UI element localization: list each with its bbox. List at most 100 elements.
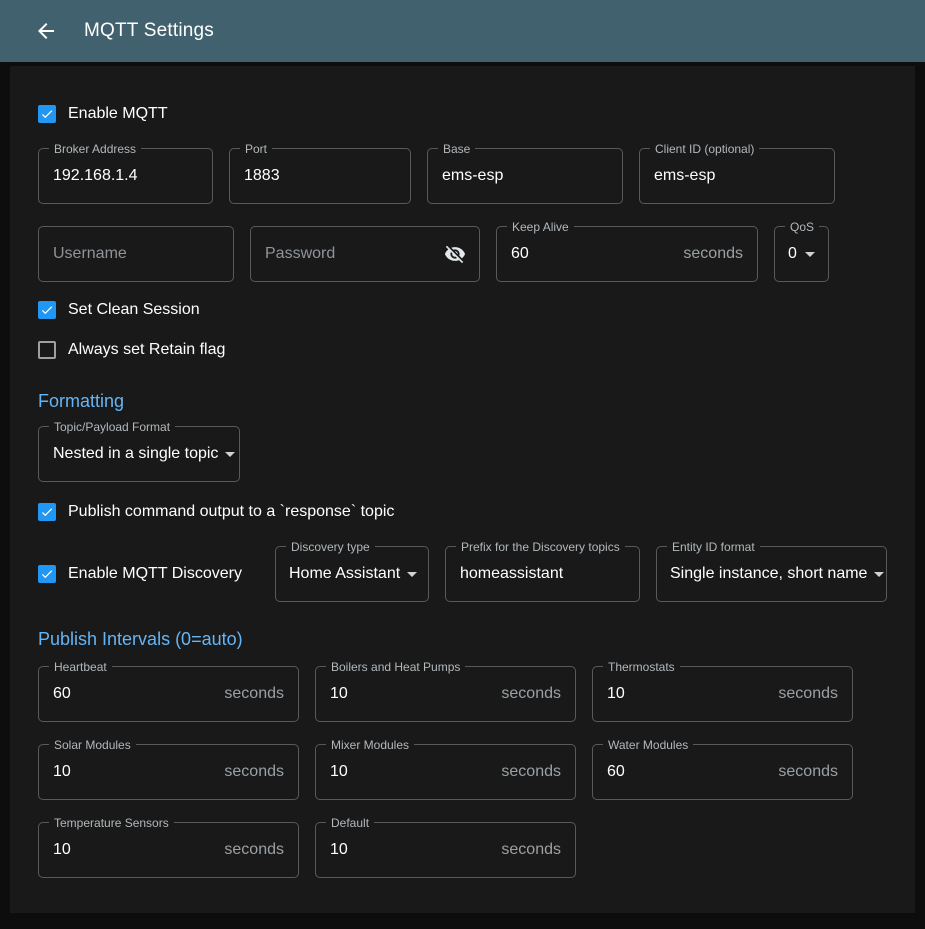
interval-field-heartbeat[interactable]: Heartbeat 60 seconds	[38, 666, 299, 722]
field-placeholder: Password	[265, 245, 335, 263]
broker-fields-row: Broker Address 192.168.1.4 Port 1883 Bas…	[38, 148, 887, 204]
interval-field-thermostats[interactable]: Thermostats 10 seconds	[592, 666, 853, 722]
topic-format-row: Topic/Payload Format Nested in a single …	[38, 426, 887, 482]
content-panel: Enable MQTT Broker Address 192.168.1.4 P…	[10, 66, 915, 913]
check-icon	[40, 302, 54, 318]
publish-intervals-grid: Heartbeat 60 seconds Boilers and Heat Pu…	[38, 666, 887, 878]
discovery-type-select[interactable]: Discovery type Home Assistant	[275, 546, 429, 602]
entity-id-format-select[interactable]: Entity ID format Single instance, short …	[656, 546, 887, 602]
keep-alive-field[interactable]: Keep Alive 60 seconds	[496, 226, 758, 282]
check-icon	[40, 566, 54, 582]
field-value: 10	[330, 841, 348, 859]
interval-field-water[interactable]: Water Modules 60 seconds	[592, 744, 853, 800]
check-icon	[40, 504, 54, 520]
field-suffix: seconds	[778, 763, 838, 781]
field-value: 60	[607, 763, 625, 781]
publish-response-checkbox[interactable]: Publish command output to a `response` t…	[38, 492, 887, 532]
field-value: 10	[53, 841, 71, 859]
field-value: ems-esp	[442, 167, 503, 185]
field-value: ems-esp	[654, 167, 715, 185]
field-label: Client ID (optional)	[650, 142, 759, 156]
field-value: Single instance, short name	[670, 565, 867, 583]
discovery-row: Enable MQTT Discovery Discovery type Hom…	[38, 546, 887, 602]
field-label: Entity ID format	[667, 540, 760, 554]
field-value: 1883	[244, 167, 280, 185]
field-value: 60	[511, 245, 529, 263]
checkbox-label: Always set Retain flag	[68, 341, 225, 359]
interval-field-boilers[interactable]: Boilers and Heat Pumps 10 seconds	[315, 666, 576, 722]
field-suffix: seconds	[224, 763, 284, 781]
field-label: Base	[438, 142, 475, 156]
field-label: Heartbeat	[49, 660, 112, 674]
checkbox-label: Publish command output to a `response` t…	[68, 503, 394, 521]
checkbox-label: Enable MQTT	[68, 105, 168, 123]
field-suffix: seconds	[501, 685, 561, 703]
interval-field-default[interactable]: Default 10 seconds	[315, 822, 576, 878]
field-value: 10	[53, 763, 71, 781]
toggle-password-visibility-button[interactable]	[437, 236, 473, 272]
field-label: Port	[240, 142, 272, 156]
field-suffix: seconds	[224, 685, 284, 703]
field-label: Temperature Sensors	[49, 816, 174, 830]
formatting-heading: Formatting	[38, 388, 887, 414]
checkbox-label: Set Clean Session	[68, 301, 200, 319]
field-label: Solar Modules	[49, 738, 136, 752]
field-suffix: seconds	[778, 685, 838, 703]
topic-payload-format-select[interactable]: Topic/Payload Format Nested in a single …	[38, 426, 240, 482]
check-icon	[40, 106, 54, 122]
page-title: MQTT Settings	[84, 20, 214, 42]
field-value: Home Assistant	[289, 565, 400, 583]
username-field[interactable]: Username	[38, 226, 234, 282]
dropdown-arrow-icon	[798, 242, 822, 266]
field-suffix: seconds	[683, 245, 743, 263]
enable-discovery-checkbox[interactable]: Enable MQTT Discovery	[38, 554, 259, 594]
interval-field-solar[interactable]: Solar Modules 10 seconds	[38, 744, 299, 800]
field-label: Default	[326, 816, 374, 830]
field-label: Mixer Modules	[326, 738, 414, 752]
field-label: Thermostats	[603, 660, 680, 674]
field-value: 10	[330, 763, 348, 781]
visibility-off-icon	[444, 243, 466, 265]
checkbox-icon	[38, 105, 56, 123]
client-id-field[interactable]: Client ID (optional) ems-esp	[639, 148, 835, 204]
retain-flag-checkbox[interactable]: Always set Retain flag	[38, 330, 887, 370]
base-field[interactable]: Base ems-esp	[427, 148, 623, 204]
field-label: Topic/Payload Format	[49, 420, 175, 434]
enable-mqtt-checkbox[interactable]: Enable MQTT	[38, 94, 887, 134]
clean-session-checkbox[interactable]: Set Clean Session	[38, 290, 887, 330]
field-value: 192.168.1.4	[53, 167, 138, 185]
field-suffix: seconds	[501, 763, 561, 781]
field-label: Boilers and Heat Pumps	[326, 660, 465, 674]
checkbox-label: Enable MQTT Discovery	[68, 565, 242, 583]
field-label: QoS	[785, 220, 819, 234]
password-field[interactable]: Password	[250, 226, 480, 282]
interval-field-mixer[interactable]: Mixer Modules 10 seconds	[315, 744, 576, 800]
checkbox-icon	[38, 503, 56, 521]
interval-field-temperature-sensors[interactable]: Temperature Sensors 10 seconds	[38, 822, 299, 878]
broker-address-field[interactable]: Broker Address 192.168.1.4	[38, 148, 213, 204]
field-placeholder: Username	[53, 245, 127, 263]
field-suffix: seconds	[501, 841, 561, 859]
field-value: 10	[330, 685, 348, 703]
publish-intervals-heading: Publish Intervals (0=auto)	[38, 626, 887, 652]
field-value: 60	[53, 685, 71, 703]
discovery-prefix-field[interactable]: Prefix for the Discovery topics homeassi…	[445, 546, 640, 602]
back-button[interactable]	[26, 11, 66, 51]
field-label: Discovery type	[286, 540, 375, 554]
field-suffix: seconds	[224, 841, 284, 859]
qos-select[interactable]: QoS 0	[774, 226, 829, 282]
credentials-fields-row: Username Password Keep Alive 60 seconds …	[38, 226, 887, 282]
checkbox-icon	[38, 565, 56, 583]
dropdown-arrow-icon	[400, 562, 424, 586]
app-bar: MQTT Settings	[0, 0, 925, 62]
field-label: Water Modules	[603, 738, 693, 752]
field-value: homeassistant	[460, 565, 563, 583]
field-label: Prefix for the Discovery topics	[456, 540, 625, 554]
field-label: Keep Alive	[507, 220, 574, 234]
field-value: 10	[607, 685, 625, 703]
field-label: Broker Address	[49, 142, 141, 156]
checkbox-icon	[38, 341, 56, 359]
port-field[interactable]: Port 1883	[229, 148, 411, 204]
dropdown-arrow-icon	[867, 562, 891, 586]
arrow-back-icon	[34, 19, 58, 43]
